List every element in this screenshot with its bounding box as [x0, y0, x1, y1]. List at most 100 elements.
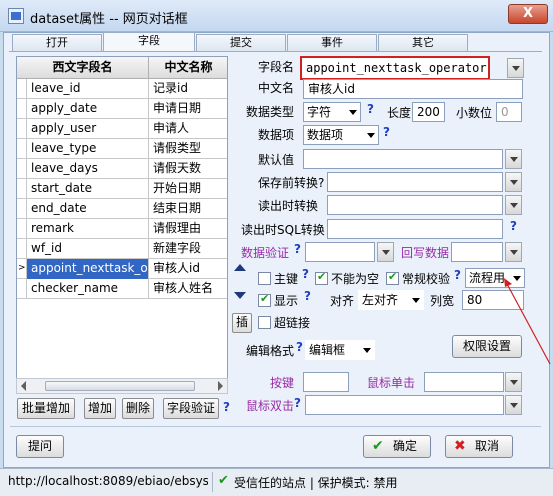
table-row[interactable]: apply_user 申请人	[17, 119, 227, 139]
default-value-dropdown[interactable]	[505, 149, 522, 169]
hint-button[interactable]: 提问	[16, 435, 64, 458]
scroll-left-icon[interactable]	[21, 381, 26, 391]
column-header-en[interactable]: 西文字段名	[17, 57, 149, 79]
cell-cn-name[interactable]: 审核人姓名	[149, 279, 227, 299]
edit-format-select[interactable]: 编辑框	[305, 340, 375, 360]
mouse-click-input[interactable]	[424, 372, 504, 392]
sql-read-help-icon[interactable]: ?	[510, 219, 517, 233]
pre-save-dropdown[interactable]	[505, 172, 522, 192]
status-divider	[212, 472, 213, 492]
cell-en-name[interactable]: appoint_nexttask_o	[27, 259, 149, 279]
pre-save-input[interactable]	[327, 172, 503, 192]
add-button[interactable]: 增加	[84, 398, 116, 419]
normal-check-checkbox[interactable]	[386, 270, 399, 285]
hotkey-input[interactable]	[303, 372, 349, 392]
table-horizontal-scrollbar[interactable]	[16, 378, 228, 394]
validate-fields-button[interactable]: 字段验证	[163, 398, 219, 419]
table-row[interactable]: leave_days 请假天数	[17, 159, 227, 179]
cell-en-name[interactable]: remark	[27, 219, 149, 239]
table-row[interactable]: leave_id 记录id	[17, 79, 227, 99]
column-header-cn[interactable]: 中文名称	[149, 57, 227, 79]
decimals-input[interactable]: 0	[496, 102, 522, 122]
primary-key-checkbox[interactable]	[258, 272, 271, 285]
mouse-dblclick-input[interactable]	[305, 395, 504, 415]
move-down-icon[interactable]	[234, 292, 246, 299]
tab-events[interactable]: 事件	[287, 34, 377, 51]
tab-submit[interactable]: 提交	[196, 34, 286, 51]
cell-cn-name[interactable]: 请假天数	[149, 159, 227, 179]
cell-cn-name[interactable]: 申请人	[149, 119, 227, 139]
cn-name-input[interactable]: 审核人id	[303, 79, 523, 99]
cell-cn-name[interactable]: 开始日期	[149, 179, 227, 199]
edit-format-help-icon[interactable]: ?	[296, 340, 303, 354]
table-row[interactable]: remark 请假理由	[17, 219, 227, 239]
table-row[interactable]: leave_type 请假类型	[17, 139, 227, 159]
cell-en-name[interactable]: wf_id	[27, 239, 149, 259]
cell-en-name[interactable]: leave_id	[27, 79, 149, 99]
close-button[interactable]: X	[508, 4, 548, 24]
table-row[interactable]: apply_date 申请日期	[17, 99, 227, 119]
cell-en-name[interactable]: end_date	[27, 199, 149, 219]
mouse-dblclick-dropdown[interactable]	[505, 395, 522, 415]
scroll-right-icon[interactable]	[218, 381, 223, 391]
not-null-checkbox[interactable]	[315, 270, 328, 285]
table-row[interactable]: start_date 开始日期	[17, 179, 227, 199]
tab-other[interactable]: 其它	[378, 34, 468, 51]
cancel-button[interactable]: ✖ 取消	[445, 435, 513, 458]
data-type-select[interactable]: 字符	[303, 102, 361, 122]
cell-cn-name[interactable]: 审核人id	[149, 259, 227, 279]
delete-button[interactable]: 删除	[122, 398, 154, 419]
default-value-input[interactable]	[303, 149, 503, 169]
on-read-dropdown[interactable]	[505, 195, 522, 215]
cell-cn-name[interactable]: 记录id	[149, 79, 227, 99]
ok-button[interactable]: ✔ 确定	[363, 435, 431, 458]
data-type-help-icon[interactable]: ?	[367, 102, 374, 116]
data-validate-help-icon[interactable]: ?	[294, 242, 301, 256]
cell-en-name[interactable]: leave_days	[27, 159, 149, 179]
cell-cn-name[interactable]: 新建字段	[149, 239, 227, 259]
data-item-help-icon[interactable]: ?	[383, 125, 390, 139]
tab-open[interactable]: 打开	[12, 34, 102, 51]
data-validate-input[interactable]	[305, 242, 375, 262]
cell-cn-name[interactable]: 结束日期	[149, 199, 227, 219]
display-checkbox[interactable]	[258, 292, 271, 307]
table-row[interactable]: > appoint_nexttask_o 审核人id	[17, 259, 227, 279]
cell-en-name[interactable]: apply_date	[27, 99, 149, 119]
on-read-input[interactable]	[327, 195, 503, 215]
cell-en-name[interactable]: checker_name	[27, 279, 149, 299]
table-row[interactable]: wf_id 新建字段	[17, 239, 227, 259]
table-row[interactable]: end_date 结束日期	[17, 199, 227, 219]
data-validate-dropdown[interactable]	[377, 242, 394, 262]
hyperlink-checkbox[interactable]	[258, 316, 271, 329]
writeback-dropdown[interactable]	[505, 242, 522, 262]
insert-button[interactable]: 插	[232, 313, 252, 333]
writeback-input[interactable]	[451, 242, 503, 262]
cell-cn-name[interactable]: 请假类型	[149, 139, 227, 159]
align-select[interactable]: 左对齐	[358, 290, 424, 310]
scrollbar-thumb[interactable]	[45, 381, 195, 391]
cell-en-name[interactable]: apply_user	[27, 119, 149, 139]
validate-help-icon[interactable]: ?	[223, 400, 230, 414]
data-item-select[interactable]: 数据项	[303, 125, 379, 145]
length-input[interactable]: 200	[412, 102, 445, 122]
move-up-icon[interactable]	[234, 264, 246, 271]
mouse-click-dropdown[interactable]	[505, 372, 522, 392]
batch-add-button[interactable]: 批量增加	[17, 398, 75, 419]
cell-en-name[interactable]: start_date	[27, 179, 149, 199]
sql-read-input[interactable]	[327, 219, 503, 239]
field-name-dropdown[interactable]	[507, 58, 524, 78]
normal-check-help-icon[interactable]: ?	[454, 268, 461, 282]
primary-key-label: 主键	[274, 272, 299, 286]
display-help-icon[interactable]: ?	[304, 289, 311, 303]
cell-cn-name[interactable]: 申请日期	[149, 99, 227, 119]
primary-key-help-icon[interactable]: ?	[302, 267, 309, 281]
tab-fields[interactable]: 字段	[103, 32, 195, 52]
cell-cn-name[interactable]: 请假理由	[149, 219, 227, 239]
data-validate-label: 数据验证	[241, 246, 290, 260]
cell-en-name[interactable]: leave_type	[27, 139, 149, 159]
field-name-input[interactable]: appoint_nexttask_operator	[300, 56, 490, 80]
row-marker	[17, 199, 27, 219]
mouse-dblclick-help-icon[interactable]: ?	[294, 396, 301, 410]
table-row[interactable]: checker_name 审核人姓名	[17, 279, 227, 299]
field-table[interactable]: 西文字段名 中文名称 leave_id 记录id apply_date 申请日期 app…	[16, 56, 228, 394]
